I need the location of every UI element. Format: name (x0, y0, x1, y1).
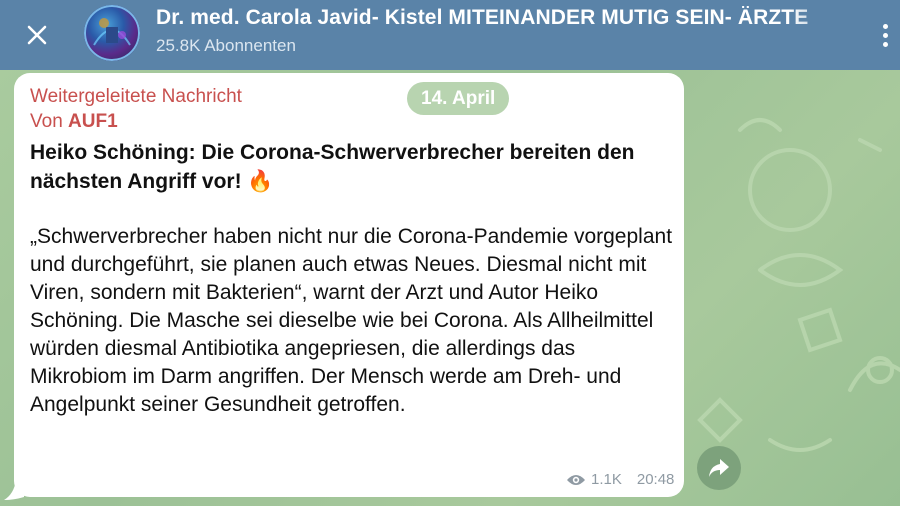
message-body: „Schwerverbrecher haben nicht nur die Co… (30, 225, 673, 416)
eye-icon (567, 474, 585, 485)
message-title: Heiko Schöning: Die Corona-Schwerverbrec… (30, 141, 635, 193)
close-icon (27, 25, 47, 45)
subscriber-count: 25.8K Abonnenten (156, 36, 296, 55)
channel-header: Dr. med. Carola Javid- Kistel MITEINANDE… (0, 0, 900, 70)
from-prefix: Von (30, 111, 63, 132)
from-source-link[interactable]: AUF1 (68, 111, 118, 132)
close-button[interactable] (18, 16, 56, 54)
message-bubble[interactable]: Weitergeleitete Nachricht Von AUF1 14. A… (14, 73, 684, 497)
more-options-button[interactable] (872, 16, 898, 54)
more-vertical-icon (882, 23, 888, 29)
message-time: 20:48 (636, 471, 675, 488)
share-button[interactable] (697, 446, 741, 490)
channel-avatar[interactable] (84, 5, 140, 61)
date-badge: 14. April (407, 82, 510, 115)
channel-title[interactable]: Dr. med. Carola Javid- Kistel MITEINANDE… (156, 6, 856, 30)
message-meta: 1.1K 20:48 (566, 471, 674, 488)
forwarded-label: Weitergeleitete Nachricht (30, 86, 242, 107)
view-count: 1.1K (591, 471, 622, 488)
title-fade-overlay (790, 0, 860, 40)
forwarded-from[interactable]: Von AUF1 (30, 111, 118, 133)
share-arrow-icon (709, 459, 729, 477)
